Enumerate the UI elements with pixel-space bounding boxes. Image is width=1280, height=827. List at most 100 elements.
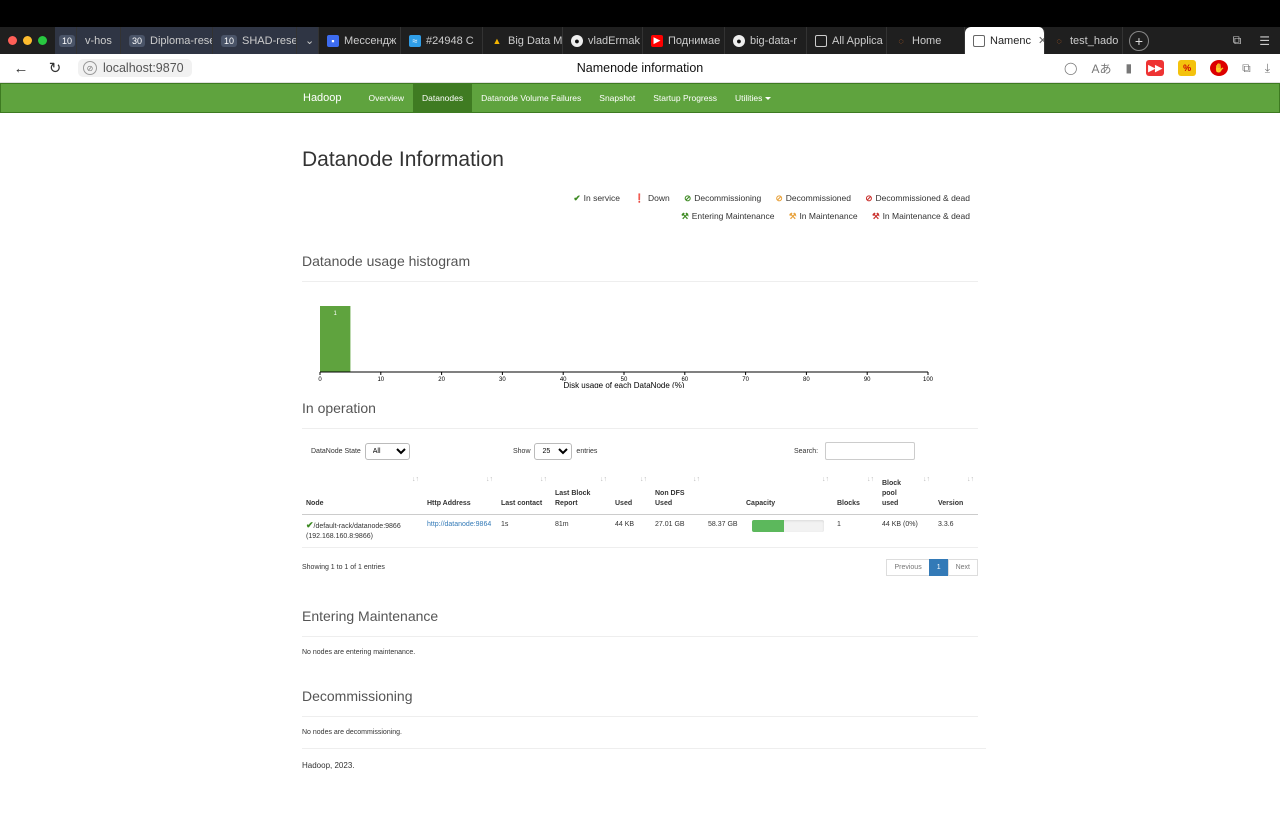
legend-decommissioning: ⊘ Decommissioning — [684, 193, 761, 203]
close-tab-icon[interactable]: ✕ — [1038, 34, 1044, 47]
url-field[interactable]: ⊘ localhost:9870 — [78, 59, 192, 77]
video-extension-icon[interactable]: ▶▶ — [1146, 60, 1165, 76]
nav-volume-failures[interactable]: Datanode Volume Failures — [472, 84, 590, 112]
column-header-version[interactable]: Version ↓↑ — [934, 475, 978, 515]
entering-maintenance-title: Entering Maintenance — [302, 608, 978, 637]
nav-startup-progress[interactable]: Startup Progress — [644, 84, 726, 112]
legend-entering-maintenance: ⚒ Entering Maintenance — [681, 211, 774, 221]
legend-label: Decommissioned — [785, 193, 851, 203]
column-header-http[interactable]: Http Address ↓↑ — [423, 475, 497, 515]
sort-icon: ↓↑ — [822, 476, 829, 483]
browser-tab-active[interactable]: Namenc ✕ — [965, 27, 1045, 54]
adblock-extension-icon[interactable]: ✋ — [1210, 60, 1229, 76]
jupyter-icon: ◌ — [898, 35, 904, 46]
column-header-node[interactable]: Node ↓↑ — [302, 475, 423, 515]
browser-tab[interactable]: All Applica — [807, 27, 887, 54]
histogram-chart: 10 10 20 30 40 50 60 70 80 90 100Disk usage of eac… — [318, 306, 934, 390]
browser-tab[interactable]: ◌ Home — [887, 27, 965, 54]
browser-tab[interactable]: 30 Diploma-resear — [121, 27, 213, 54]
table-search: Search: — [794, 442, 916, 460]
usage-histogram: 1 0 10 20 30 40 50 60 70 80 90 100 Disk usage of eac… — [302, 288, 978, 390]
sort-icon: ↓↑ — [640, 476, 647, 483]
browser-tab[interactable]: ◌ test_hado — [1045, 27, 1123, 54]
column-label: Used — [615, 500, 633, 507]
address-bar: ← ↻ ⊘ localhost:9870 Namenode informatio… — [0, 54, 1280, 83]
tab-label: big-data-r — [750, 34, 798, 47]
column-header-used[interactable]: Used ↓↑ — [611, 475, 651, 515]
translate-icon[interactable]: Aあ — [1091, 60, 1111, 77]
browser-tab[interactable]: ● vladErmak — [563, 27, 643, 54]
column-header-non-dfs[interactable]: Non DFS Used ↓↑ — [651, 475, 704, 515]
bookmark-icon[interactable]: ▮ — [1126, 61, 1133, 75]
github-icon: ● — [571, 34, 583, 47]
browser-tab[interactable]: ● big-data-r — [725, 27, 807, 54]
screen-top-bar — [0, 0, 1280, 27]
table-info: Showing 1 to 1 of 1 entries — [302, 564, 385, 571]
entries-length: Show 25 entries — [513, 442, 598, 460]
legend-in-maintenance: ⚒ In Maintenance — [789, 211, 858, 221]
hadoop-navbar: Hadoop Overview Datanodes Datanode Volum… — [0, 83, 1280, 113]
browser-tab[interactable]: ▪ Мессендж — [319, 27, 401, 54]
site-info-icon[interactable]: ⊘ — [83, 61, 97, 75]
tab-group-badge[interactable]: 10 — [55, 27, 77, 54]
in-operation-title: In operation — [302, 400, 978, 429]
in-service-check-icon: ✔ — [306, 520, 314, 530]
browser-tab[interactable]: ≈ #24948 C — [401, 27, 483, 54]
sort-icon: ↓↑ — [486, 476, 493, 483]
tab-search-icon[interactable]: ⧉ — [1233, 33, 1242, 48]
table-footer: Showing 1 to 1 of 1 entries Previous 1 N… — [302, 559, 978, 576]
tab-group-collapse[interactable]: ⌄ — [297, 27, 319, 54]
percent-extension-icon[interactable]: % — [1178, 60, 1197, 76]
chat-bubble-icon[interactable]: ◯ — [1064, 61, 1077, 75]
minimize-window-button[interactable] — [23, 36, 32, 45]
legend-label: In Maintenance & dead — [882, 211, 970, 221]
sort-icon: ↓↑ — [923, 476, 930, 483]
entries-label: entries — [576, 447, 598, 455]
pagination-previous[interactable]: Previous — [886, 559, 930, 576]
nav-overview[interactable]: Overview — [360, 84, 413, 112]
reload-icon[interactable]: ↻ — [44, 59, 66, 77]
sort-icon: ↓↑ — [693, 476, 700, 483]
new-tab-button[interactable]: + — [1129, 30, 1149, 51]
page-icon — [973, 34, 985, 47]
column-header-blocks[interactable]: Blocks ↓↑ — [833, 475, 878, 515]
zoom-window-button[interactable] — [38, 36, 47, 45]
exclamation-icon: ❗ — [634, 193, 645, 203]
cell-capacity — [742, 514, 833, 548]
nav-utilities[interactable]: Utilities — [726, 84, 780, 112]
pagination-page-1[interactable]: 1 — [928, 559, 949, 576]
search-input[interactable] — [825, 442, 916, 460]
sort-icon: ↓↑ — [967, 476, 974, 483]
sort-icon: ↓↑ — [600, 476, 607, 483]
capacity-progress-bar — [752, 520, 824, 532]
sort-icon: ↓↑ — [867, 476, 874, 483]
datanode-state-select[interactable]: All — [364, 442, 410, 460]
browser-tab[interactable]: ▶ Поднимае — [643, 27, 725, 54]
legend-in-maintenance-dead: ⚒ In Maintenance & dead — [872, 211, 970, 221]
chat-icon: ▪ — [327, 34, 339, 47]
ban-icon: ⊘ — [775, 193, 783, 203]
menu-icon[interactable]: ☰ — [1259, 34, 1270, 48]
back-arrow-icon[interactable]: ← — [10, 60, 32, 77]
tab-count-badge: 30 — [129, 34, 146, 47]
column-header-capacity[interactable]: Capacity ↓↑ — [742, 475, 833, 515]
http-address-link[interactable]: http://datanode:9864 — [427, 521, 491, 528]
nav-snapshot[interactable]: Snapshot — [590, 84, 644, 112]
entries-select[interactable]: 25 — [534, 442, 573, 460]
browser-tab[interactable]: v-hos — [77, 27, 121, 54]
x-tick-label: 100 — [923, 377, 934, 383]
legend-label: Entering Maintenance — [691, 211, 775, 221]
pagination-next[interactable]: Next — [947, 559, 978, 576]
download-icon[interactable]: ⤓ — [1265, 61, 1270, 76]
column-header-block-pool-used[interactable]: Block pool used ↓↑ — [878, 475, 934, 515]
browser-tab[interactable]: 10 SHAD-resea — [213, 27, 297, 54]
browser-tab[interactable]: ▲ Big Data M — [483, 27, 563, 54]
status-legend: ✔ In service ❗ Down ⊘ Decommissioning ⊘ Deco… — [302, 189, 978, 225]
close-window-button[interactable] — [8, 36, 17, 45]
extensions-icon[interactable]: ⧉ — [1242, 61, 1251, 76]
nav-datanodes[interactable]: Datanodes — [412, 84, 473, 112]
x-tick-label: 10 — [377, 377, 384, 383]
column-header-last-block-report[interactable]: Last Block Report ↓↑ — [551, 475, 611, 515]
hadoop-brand[interactable]: Hadoop — [303, 84, 360, 112]
column-header-last-contact[interactable]: Last contact ↓↑ — [497, 475, 551, 515]
